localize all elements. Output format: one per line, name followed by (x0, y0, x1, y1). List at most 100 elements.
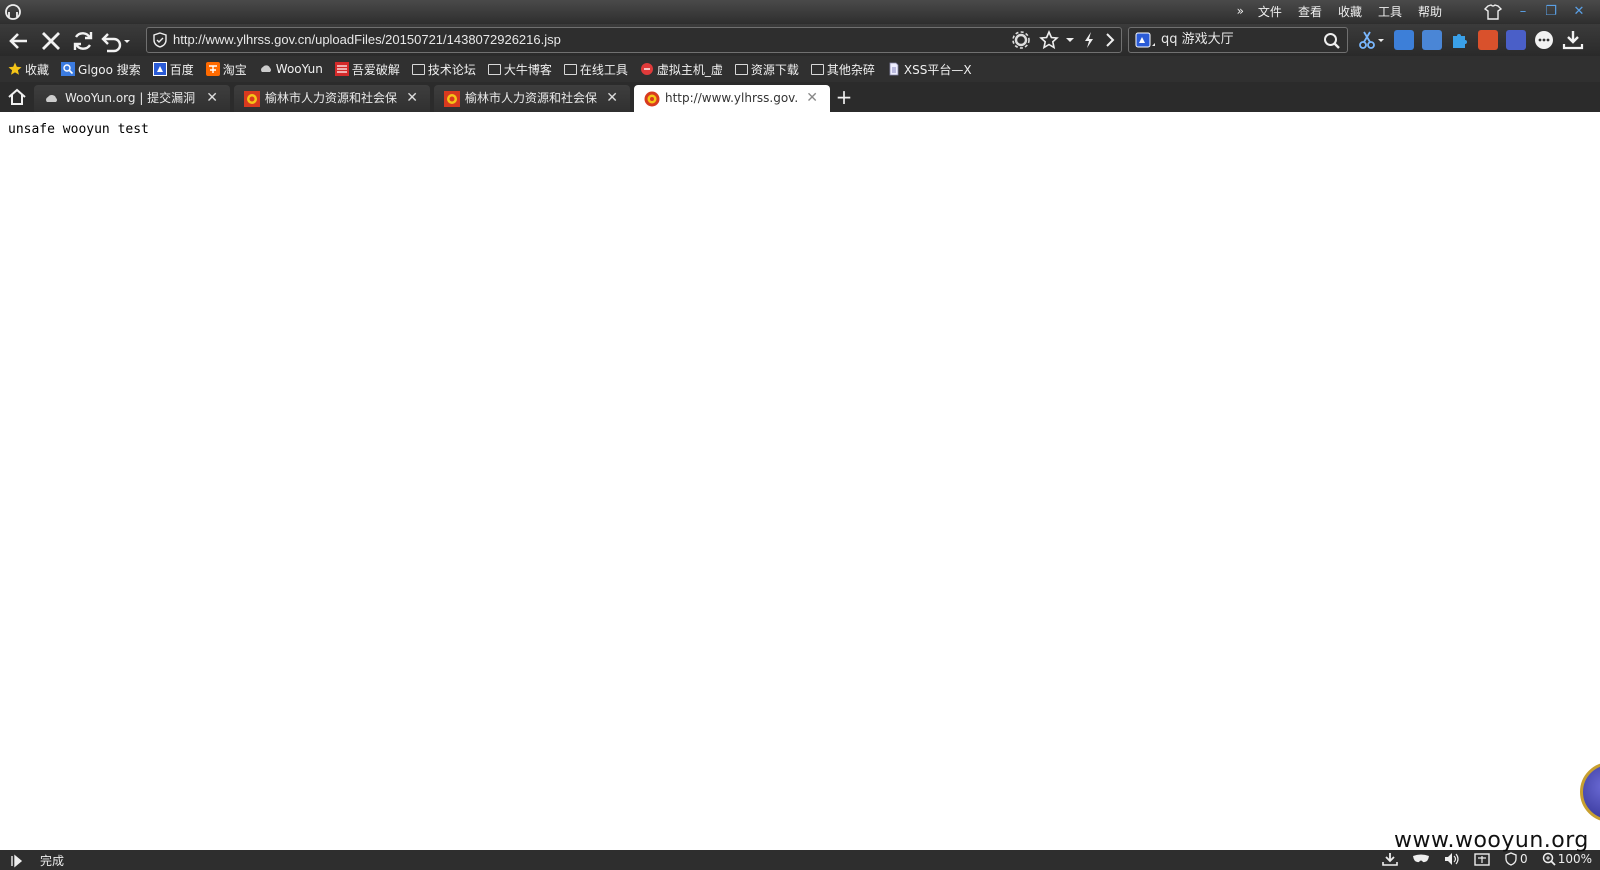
bookmark-folder-forum[interactable]: 技术论坛 (411, 61, 476, 78)
back-button[interactable] (6, 28, 32, 54)
home-icon[interactable] (6, 87, 28, 107)
stop-button[interactable] (38, 28, 64, 54)
title-bar: » 文件 查看 收藏 工具 帮助 – ❐ ✕ (0, 0, 1600, 24)
mask-icon[interactable] (1412, 852, 1430, 866)
new-tab-button[interactable]: + (832, 87, 856, 108)
ad-block-count: 0 (1520, 852, 1528, 866)
bookmark-favorites[interactable]: 收藏 (8, 61, 49, 78)
url-text[interactable]: http://www.ylhrss.gov.cn/uploadFiles/201… (173, 28, 561, 52)
skin-shirt-icon[interactable] (1484, 4, 1502, 20)
page-body-text: unsafe wooyun test (8, 122, 149, 137)
status-tools: 0 100% (1382, 852, 1592, 866)
watermark-text: www.wooyun.org (1394, 828, 1589, 853)
tab-close-button[interactable]: ✕ (806, 85, 818, 112)
menu-help[interactable]: 帮助 (1410, 4, 1450, 20)
star-icon (8, 62, 22, 75)
folder-icon (411, 63, 425, 75)
folder-icon (734, 63, 748, 75)
security-shield-icon (153, 32, 167, 48)
bookmark-folder-tools[interactable]: 在线工具 (563, 61, 628, 78)
sidebar-toggle-icon[interactable] (10, 854, 24, 868)
search-engine-icon[interactable] (1135, 32, 1157, 50)
folder-icon (810, 63, 824, 75)
tab-wooyun[interactable]: WooYun.org | 提交漏洞 ✕ (34, 85, 230, 112)
bookmark-vhost[interactable]: 虚拟主机_虚 (640, 61, 723, 78)
extension-cloud-icon[interactable] (1394, 30, 1414, 50)
lightning-icon[interactable] (1081, 30, 1097, 50)
tab-close-button[interactable]: ✕ (406, 85, 418, 112)
search-icon[interactable] (1323, 32, 1341, 50)
minimize-button[interactable]: – (1512, 3, 1534, 21)
go-forward-icon[interactable] (1103, 30, 1117, 50)
translate-icon[interactable] (1474, 852, 1490, 866)
menu-file[interactable]: 文件 (1250, 4, 1290, 20)
floating-assistant-orb[interactable] (1580, 762, 1600, 822)
scissors-icon[interactable] (1358, 30, 1386, 50)
zoom-control[interactable]: 100% (1542, 852, 1592, 866)
undo-icon (101, 33, 130, 53)
menu-view[interactable]: 查看 (1290, 4, 1330, 20)
menu-favorites[interactable]: 收藏 (1330, 4, 1370, 20)
menu-more-button[interactable]: » (1231, 4, 1250, 20)
extension-note-icon[interactable] (1506, 30, 1526, 50)
bookmark-xss[interactable]: XSS平台—X (887, 61, 972, 78)
bookmark-wooyun[interactable]: WooYun (259, 62, 323, 76)
bookmark-folder-blog[interactable]: 大牛博客 (487, 61, 552, 78)
tab-close-button[interactable]: ✕ (206, 85, 218, 112)
ad-block-counter[interactable]: 0 (1504, 852, 1528, 866)
tab-ylhrss-2[interactable]: 榆林市人力资源和社会保 ✕ (434, 85, 630, 112)
zoom-level: 100% (1557, 852, 1592, 866)
shield-icon (1505, 852, 1517, 866)
folder-icon (487, 63, 501, 75)
tab-close-button[interactable]: ✕ (606, 85, 618, 112)
undo-close-button[interactable] (98, 28, 132, 54)
page-icon (889, 62, 899, 76)
maximize-button[interactable]: ❐ (1540, 3, 1562, 21)
bookmark-baidu[interactable]: 百度 (152, 61, 194, 78)
search-box[interactable]: qq 游戏大厅 (1128, 27, 1348, 53)
extension-toolbar (1358, 30, 1584, 50)
refresh-button[interactable] (70, 28, 96, 54)
download-icon[interactable] (1562, 30, 1584, 50)
browser-logo-icon (5, 4, 21, 20)
tab-title: 榆林市人力资源和社会保 (465, 91, 597, 105)
tab-current-page[interactable]: http://www.ylhrss.gov.cn ✕ (634, 85, 830, 112)
folder-icon (563, 63, 577, 75)
star-bookmark-icon[interactable] (1039, 30, 1059, 50)
volume-icon[interactable] (1444, 852, 1460, 866)
bookmark-label: 技术论坛 (427, 62, 476, 77)
taobao-icon (205, 62, 220, 76)
bookmark-label: 资源下载 (750, 62, 799, 77)
bookmark-folder-downloads[interactable]: 资源下载 (734, 61, 799, 78)
bookmark-label: 在线工具 (579, 62, 628, 77)
gear-icon[interactable] (1011, 30, 1033, 50)
site-icon (334, 62, 349, 76)
address-bar[interactable]: http://www.ylhrss.gov.cn/uploadFiles/201… (146, 27, 1122, 53)
close-window-button[interactable]: ✕ (1568, 3, 1590, 21)
page-content: unsafe wooyun test (0, 112, 1600, 850)
extension-translate-icon[interactable] (1422, 30, 1442, 50)
navigation-bar: http://www.ylhrss.gov.cn/uploadFiles/201… (0, 24, 1600, 56)
tab-title: http://www.ylhrss.gov.cn (665, 91, 797, 105)
bookmark-label: WooYun (275, 62, 323, 76)
zoom-icon (1542, 852, 1556, 866)
download-icon[interactable] (1382, 852, 1398, 866)
bookmark-label: Glgoo 搜索 (78, 62, 141, 77)
menu-tools[interactable]: 工具 (1370, 4, 1410, 20)
bookmark-52pojie[interactable]: 吾爱破解 (334, 61, 400, 78)
extension-fire-icon[interactable] (1478, 30, 1498, 50)
emblem-icon (644, 91, 660, 107)
more-dots-icon[interactable] (1534, 30, 1554, 50)
bookmark-glgoo[interactable]: Glgoo 搜索 (61, 61, 141, 78)
search-icon (61, 62, 76, 76)
puzzle-icon[interactable] (1450, 30, 1470, 50)
search-input[interactable]: qq 游戏大厅 (1161, 28, 1234, 52)
back-arrow-icon (9, 33, 27, 49)
dropdown-arrow-icon[interactable] (1065, 30, 1075, 50)
tab-ylhrss-1[interactable]: 榆林市人力资源和社会保 ✕ (234, 85, 430, 112)
cloud-icon (260, 65, 271, 72)
bookmark-taobao[interactable]: 淘宝 (205, 61, 247, 78)
bookmark-folder-misc[interactable]: 其他杂碎 (810, 61, 875, 78)
tab-title: WooYun.org | 提交漏洞 (65, 91, 196, 105)
bookmark-label: 淘宝 (222, 62, 247, 77)
